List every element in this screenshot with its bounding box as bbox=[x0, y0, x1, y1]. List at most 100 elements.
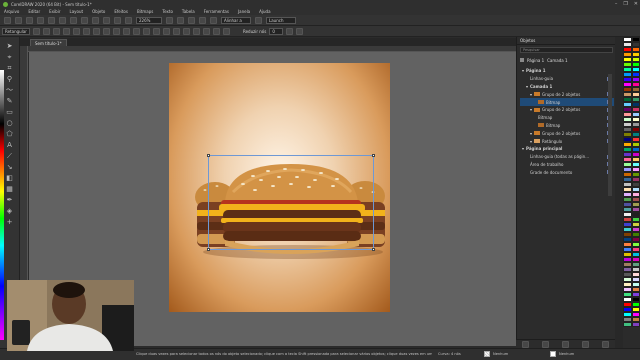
snap-to-select[interactable]: Alinhar a bbox=[221, 16, 251, 24]
crop-tool-icon[interactable]: ⌗ bbox=[5, 64, 14, 73]
extend-curve-icon[interactable] bbox=[143, 27, 150, 35]
options-icon[interactable] bbox=[255, 16, 262, 24]
guides-icon[interactable] bbox=[199, 16, 206, 24]
minimize-button[interactable]: – bbox=[615, 1, 618, 7]
menu-arquivo[interactable]: Arquivo bbox=[4, 9, 19, 14]
pick-tool-icon[interactable]: ➤ bbox=[5, 42, 14, 51]
object-tree-row[interactable]: ▾ Grupo de 2 objetos bbox=[520, 106, 614, 114]
document-palette[interactable] bbox=[0, 70, 4, 340]
selection-handle[interactable] bbox=[207, 154, 210, 157]
object-tree-row[interactable]: ▾ Retângulo bbox=[520, 137, 614, 145]
selection-mode-select[interactable]: Retangular bbox=[2, 27, 30, 35]
document-tab[interactable]: Sem título-1* bbox=[30, 39, 67, 46]
import-icon[interactable] bbox=[103, 16, 110, 24]
align-nodes-icon[interactable] bbox=[183, 27, 190, 35]
to-curve-icon[interactable] bbox=[93, 27, 100, 35]
save-icon[interactable] bbox=[26, 16, 33, 24]
menu-texto[interactable]: Texto bbox=[162, 9, 173, 14]
breadcrumb-page[interactable]: Página 1 bbox=[527, 58, 544, 63]
launch-select[interactable]: Launch bbox=[266, 16, 296, 24]
new-document-icon[interactable] bbox=[4, 16, 11, 24]
menu-layout[interactable]: Layout bbox=[69, 9, 83, 14]
menu-objeto[interactable]: Objeto bbox=[92, 9, 105, 14]
object-tree-row[interactable]: Bitmap bbox=[520, 122, 614, 130]
object-tree-row[interactable]: ▾ Grupo de 2 objetos bbox=[520, 129, 614, 137]
open-icon[interactable] bbox=[15, 16, 22, 24]
eyedropper-tool-icon[interactable]: ✒ bbox=[5, 196, 14, 205]
object-tree-row[interactable]: ▾ Página 1 bbox=[520, 67, 614, 75]
reflect-horizontal-icon[interactable] bbox=[193, 27, 200, 35]
freehand-tool-icon[interactable]: 〜 bbox=[5, 86, 14, 95]
cusp-node-icon[interactable] bbox=[103, 27, 110, 35]
palette-swatch[interactable] bbox=[623, 322, 632, 327]
menu-efeitos[interactable]: Efeitos bbox=[114, 9, 128, 14]
polygon-tool-icon[interactable]: ⬠ bbox=[5, 130, 14, 139]
cut-icon[interactable] bbox=[48, 16, 55, 24]
to-line-icon[interactable] bbox=[83, 27, 90, 35]
menu-ajuda[interactable]: Ajuda bbox=[259, 9, 270, 14]
rulers-icon[interactable] bbox=[177, 16, 184, 24]
break-curve-icon[interactable] bbox=[73, 27, 80, 35]
zoom-select[interactable]: 226% bbox=[136, 16, 162, 24]
object-tree-row[interactable]: Grade de documento bbox=[520, 168, 614, 176]
menu-tabela[interactable]: Tabela bbox=[182, 9, 195, 14]
object-tree-row[interactable]: ▾ Página principal bbox=[520, 145, 614, 153]
maximize-button[interactable]: ❐ bbox=[623, 1, 627, 7]
ellipse-tool-icon[interactable]: ○ bbox=[5, 119, 14, 128]
menu-exibir[interactable]: Exibir bbox=[49, 9, 60, 14]
selection-handle[interactable] bbox=[372, 248, 375, 251]
object-tree-row[interactable]: Bitmap bbox=[520, 98, 614, 106]
outline-swatch[interactable] bbox=[550, 351, 556, 357]
select-all-nodes-icon[interactable] bbox=[223, 27, 230, 35]
join-nodes-icon[interactable] bbox=[63, 27, 70, 35]
extract-subpath-icon[interactable] bbox=[153, 27, 160, 35]
interactive-fill-icon[interactable]: ◈ bbox=[5, 207, 14, 216]
docker-options-icon[interactable] bbox=[601, 340, 609, 348]
object-tree-row[interactable]: ▾ Grupo de 2 objetos bbox=[520, 90, 614, 98]
selection-bounding-box[interactable] bbox=[207, 154, 375, 251]
rectangle-tool-icon[interactable]: ▭ bbox=[5, 108, 14, 117]
menu-ferramentas[interactable]: Ferramentas bbox=[204, 9, 229, 14]
node-tool-icon[interactable] bbox=[33, 27, 40, 35]
symmetrical-node-icon[interactable] bbox=[123, 27, 130, 35]
artistic-media-icon[interactable]: ✎ bbox=[5, 97, 14, 106]
copy-icon[interactable] bbox=[59, 16, 66, 24]
menu-janela[interactable]: Janela bbox=[238, 9, 250, 14]
text-tool-icon[interactable]: A bbox=[5, 141, 14, 150]
object-tree-row[interactable]: ▾ Camada 1 bbox=[520, 83, 614, 91]
rotate-nodes-icon[interactable] bbox=[173, 27, 180, 35]
menu-editar[interactable]: Editar bbox=[28, 9, 40, 14]
undo-icon[interactable] bbox=[81, 16, 88, 24]
docker-tabs-strip[interactable] bbox=[615, 37, 623, 348]
new-layer-icon[interactable] bbox=[522, 340, 530, 348]
grid-icon[interactable] bbox=[188, 16, 195, 24]
full-screen-icon[interactable] bbox=[166, 16, 173, 24]
drop-shadow-icon[interactable]: ◧ bbox=[5, 174, 14, 183]
smooth-node-icon[interactable] bbox=[113, 27, 120, 35]
delete-icon[interactable] bbox=[581, 340, 589, 348]
snap-icon[interactable] bbox=[210, 16, 217, 24]
export-icon[interactable] bbox=[114, 16, 121, 24]
corner-icon[interactable] bbox=[296, 27, 304, 35]
docker-search-input[interactable]: Pesquisar bbox=[520, 47, 613, 53]
reverse-direction-icon[interactable] bbox=[133, 27, 140, 35]
print-icon[interactable] bbox=[37, 16, 44, 24]
connector-tool-icon[interactable]: ↘ bbox=[5, 163, 14, 172]
object-tree-row[interactable]: Linhas-guia (todas as págin... bbox=[520, 153, 614, 161]
object-tree-row[interactable]: Bitmap bbox=[520, 114, 614, 122]
parallel-dimension-icon[interactable]: ⟋ bbox=[5, 152, 14, 161]
publish-pdf-icon[interactable] bbox=[125, 16, 132, 24]
close-button[interactable]: ✕ bbox=[634, 1, 638, 7]
new-master-layer-icon[interactable] bbox=[542, 340, 550, 348]
smoothness-icon[interactable] bbox=[286, 27, 294, 35]
palette-swatch[interactable] bbox=[631, 322, 640, 327]
menu-bitmaps[interactable]: Bitmaps bbox=[137, 9, 153, 14]
zoom-tool-icon[interactable]: ⚲ bbox=[5, 75, 14, 84]
reduce-nodes-input[interactable]: 0 bbox=[269, 27, 284, 35]
stretch-nodes-icon[interactable] bbox=[163, 27, 170, 35]
add-tool-icon[interactable]: + bbox=[5, 218, 14, 227]
docker-scrollbar[interactable] bbox=[608, 74, 612, 196]
shape-tool-icon[interactable]: ⌖ bbox=[5, 53, 14, 62]
object-tree-row[interactable]: Linhas-guia bbox=[520, 75, 614, 83]
paste-icon[interactable] bbox=[70, 16, 77, 24]
